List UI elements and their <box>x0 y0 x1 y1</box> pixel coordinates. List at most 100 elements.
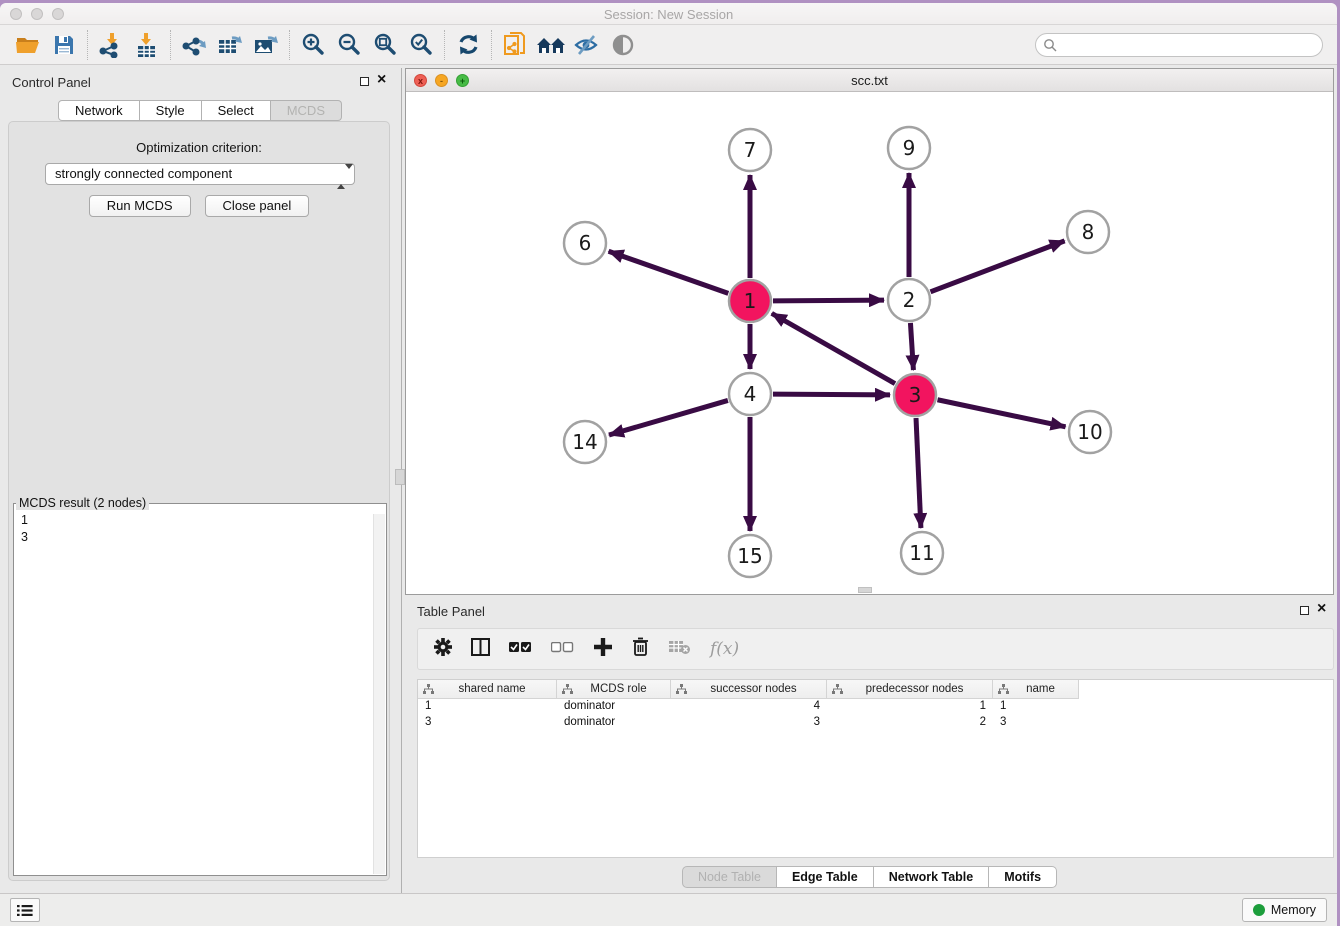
tab-node-table[interactable]: Node Table <box>682 866 777 888</box>
search-input[interactable] <box>1062 38 1322 52</box>
show-graphics-button[interactable] <box>605 29 641 61</box>
control-panel-float-button[interactable] <box>360 77 369 86</box>
export-image-button[interactable] <box>248 29 284 61</box>
graph-edge-3-1[interactable] <box>772 313 895 383</box>
mcds-result-title: MCDS result (2 nodes) <box>16 496 149 510</box>
show-columns-button[interactable] <box>471 638 490 661</box>
clone-network-button[interactable] <box>497 29 533 61</box>
import-table-icon <box>134 32 160 58</box>
tab-motifs[interactable]: Motifs <box>989 866 1057 888</box>
table-panel-float-button[interactable] <box>1300 606 1309 615</box>
network-resize-handle[interactable] <box>858 587 872 593</box>
export-image-icon <box>253 32 280 58</box>
column-header-MCDS-role[interactable]: MCDS role <box>557 680 671 699</box>
export-table-button[interactable] <box>212 29 248 61</box>
zoom-selected-button[interactable] <box>403 29 439 61</box>
tab-edge-table[interactable]: Edge Table <box>777 866 874 888</box>
task-history-button[interactable] <box>10 898 40 922</box>
table-tabs: Node Table Edge Table Network Table Moti… <box>405 866 1334 888</box>
graph-node-label-7: 7 <box>744 138 757 162</box>
table-cell[interactable]: 4 <box>671 699 827 715</box>
table-cell[interactable]: 1 <box>993 699 1079 715</box>
function-builder-button-disabled: f(x) <box>710 639 739 659</box>
split-divider-handle[interactable] <box>395 469 405 485</box>
zoom-out-button[interactable] <box>331 29 367 61</box>
run-mcds-button[interactable]: Run MCDS <box>89 195 191 217</box>
result-scrollbar[interactable] <box>373 514 385 874</box>
export-network-button[interactable] <box>176 29 212 61</box>
search-box[interactable] <box>1035 33 1323 57</box>
graph-edge-4-14[interactable] <box>609 400 728 435</box>
toolbar-separator <box>170 30 171 60</box>
save-session-button[interactable] <box>46 29 82 61</box>
tab-network[interactable]: Network <box>58 100 140 121</box>
select-stepper-icon <box>337 167 347 181</box>
unselect-all-button[interactable] <box>551 640 574 658</box>
control-panel-close-button[interactable]: × <box>377 71 386 89</box>
table-cell[interactable]: 2 <box>827 715 993 731</box>
table-panel: Table Panel × f(x) <box>405 598 1337 893</box>
table-cell[interactable]: 1 <box>418 699 557 715</box>
mcds-panel: Optimization criterion: strongly connect… <box>8 121 390 881</box>
import-table-button[interactable] <box>129 29 165 61</box>
mcds-result-line: 3 <box>21 529 379 546</box>
table-cell[interactable]: 3 <box>993 715 1079 731</box>
table-row[interactable]: 1dominator411 <box>418 699 1333 715</box>
refresh-icon <box>456 32 481 57</box>
table-cell[interactable]: dominator <box>557 715 671 731</box>
toolbar-separator <box>444 30 445 60</box>
graph-node-label-3: 3 <box>909 383 922 407</box>
graph-edge-4-3[interactable] <box>773 394 890 395</box>
import-network-button[interactable] <box>93 29 129 61</box>
column-header-successor-nodes[interactable]: successor nodes <box>671 680 827 699</box>
column-type-icon <box>832 684 843 695</box>
table-panel-close-button[interactable]: × <box>1317 600 1326 618</box>
table-row[interactable]: 3dominator323 <box>418 715 1333 731</box>
table-cell[interactable]: 3 <box>418 715 557 731</box>
main-toolbar <box>0 25 1337 65</box>
column-header-predecessor-nodes[interactable]: predecessor nodes <box>827 680 993 699</box>
column-header-name[interactable]: name <box>993 680 1079 699</box>
graph-edge-1-2[interactable] <box>773 300 884 301</box>
table-cell[interactable]: dominator <box>557 699 671 715</box>
mcds-result-lines: 13 <box>14 510 386 548</box>
column-header-shared-name[interactable]: shared name <box>418 680 557 699</box>
tab-select[interactable]: Select <box>202 100 271 121</box>
table-cell[interactable]: 3 <box>671 715 827 731</box>
table-cell[interactable]: 1 <box>827 699 993 715</box>
delete-rows-button[interactable] <box>632 637 649 661</box>
graph-edge-2-3[interactable] <box>910 323 913 370</box>
tab-network-table[interactable]: Network Table <box>874 866 990 888</box>
memory-button[interactable]: Memory <box>1242 898 1327 922</box>
graph-node-label-2: 2 <box>903 288 916 312</box>
network-canvas[interactable]: 7968124314101511 <box>406 92 1333 594</box>
graph-node-label-8: 8 <box>1082 220 1095 244</box>
control-panel-tabs: Network Style Select MCDS <box>0 100 400 121</box>
optimization-criterion-select[interactable]: strongly connected component <box>45 163 355 185</box>
refresh-button[interactable] <box>450 29 486 61</box>
graph-edge-3-11[interactable] <box>916 418 921 528</box>
open-session-button[interactable] <box>10 29 46 61</box>
tab-mcds[interactable]: MCDS <box>271 100 342 121</box>
select-all-icon <box>509 642 532 653</box>
toolbar-separator <box>491 30 492 60</box>
trash-icon <box>632 637 649 656</box>
column-header-label: MCDS role <box>573 683 670 695</box>
node-table[interactable]: shared name MCDS rolesuccessor nodesprede… <box>417 679 1334 858</box>
zoom-fit-button[interactable] <box>367 29 403 61</box>
hide-graphics-button[interactable] <box>569 29 605 61</box>
graph-edge-3-10[interactable] <box>938 400 1066 427</box>
table-settings-button[interactable] <box>434 638 452 661</box>
tab-style[interactable]: Style <box>140 100 202 121</box>
zoom-out-icon <box>337 32 362 57</box>
optimization-criterion-label: Optimization criterion: <box>9 140 389 155</box>
memory-label: Memory <box>1271 903 1316 917</box>
graph-edge-2-8[interactable] <box>931 241 1065 292</box>
zoom-in-button[interactable] <box>295 29 331 61</box>
add-row-button[interactable] <box>593 637 613 662</box>
home-networks-button[interactable] <box>533 29 569 61</box>
graph-edge-1-6[interactable] <box>609 251 729 293</box>
select-all-button[interactable] <box>509 640 532 658</box>
close-panel-button[interactable]: Close panel <box>205 195 310 217</box>
column-type-icon <box>676 684 687 695</box>
